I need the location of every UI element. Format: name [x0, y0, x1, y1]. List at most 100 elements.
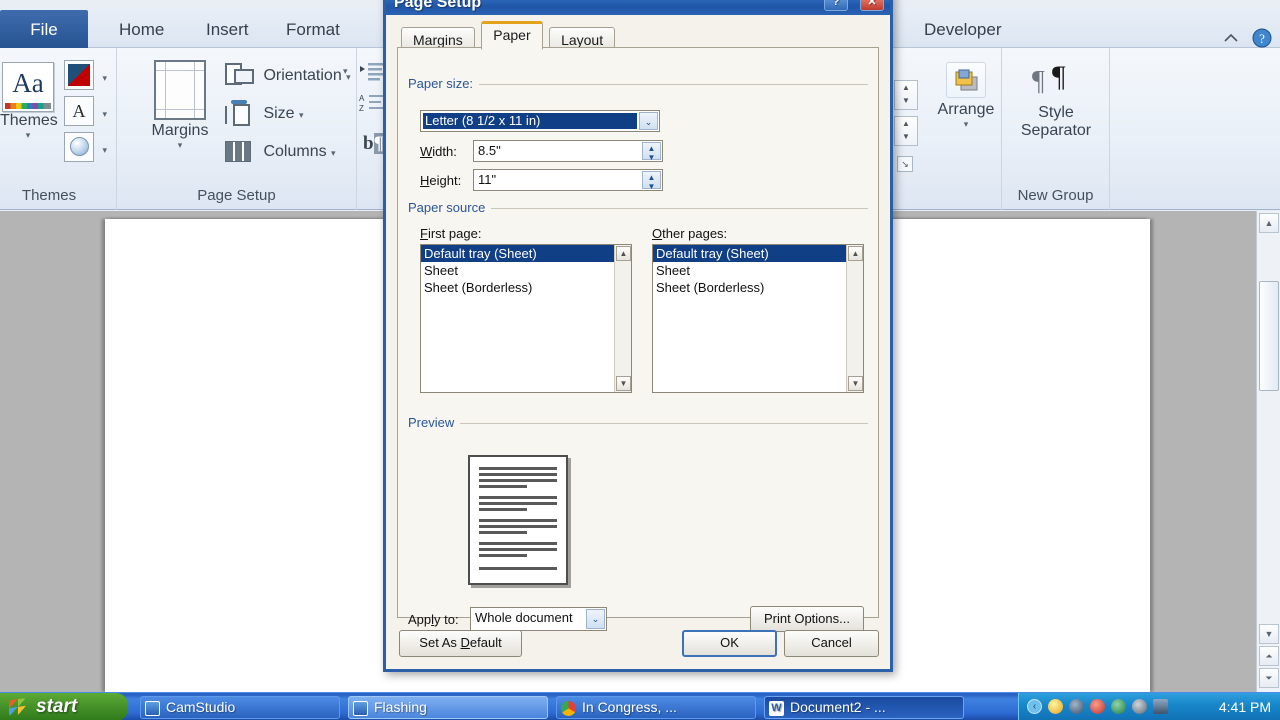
- ribbon-tab-format[interactable]: Format: [272, 14, 354, 48]
- theme-colors-caret[interactable]: ▾: [102, 73, 107, 84]
- theme-colors-icon: [68, 64, 90, 86]
- other-pages-listbox[interactable]: Default tray (Sheet) Sheet Sheet (Border…: [652, 244, 864, 393]
- paragraph-dialog-launcher-icon[interactable]: ↘: [897, 156, 913, 172]
- arrange-caret[interactable]: ▾: [934, 119, 998, 130]
- first-page-scrollbar[interactable]: ▲ ▼: [614, 245, 631, 392]
- network-icon[interactable]: [1048, 699, 1063, 714]
- scroll-down-icon[interactable]: ▼: [616, 376, 631, 391]
- columns-button[interactable]: Columns ▾: [225, 138, 336, 174]
- height-stepper[interactable]: ▲ ▼: [642, 171, 661, 191]
- paper-size-section-rule: [476, 84, 868, 85]
- dialog-title-bar[interactable]: Page Setup ? ✕: [386, 0, 890, 15]
- next-page-icon[interactable]: ⏷: [1259, 668, 1279, 688]
- height-spinbox[interactable]: 11" ▲ ▼: [473, 169, 663, 191]
- mini-caret[interactable]: ▾: [343, 66, 348, 77]
- volume-icon[interactable]: [1069, 699, 1084, 714]
- taskbar-item-in-congress[interactable]: In Congress, ...: [556, 696, 756, 719]
- theme-colors-button[interactable]: [64, 60, 94, 90]
- ribbon-tab-file[interactable]: File: [0, 10, 88, 52]
- columns-caret[interactable]: ▾: [331, 148, 336, 158]
- globe-icon[interactable]: [1111, 699, 1126, 714]
- taskbar-item-flashing[interactable]: Flashing: [348, 696, 548, 719]
- show-formatting-marks-icon[interactable]: b¶: [363, 133, 384, 155]
- ribbon-tab-home[interactable]: Home: [105, 14, 178, 48]
- scroll-up-icon[interactable]: ▲: [848, 246, 863, 261]
- ribbon-group-new-group: ¶ ¶ Style Separator New Group: [1002, 48, 1110, 210]
- taskbar-item-document2[interactable]: W Document2 - ...: [764, 696, 964, 719]
- paper-source-section-title: Paper source: [408, 200, 492, 215]
- margins-button-label: Margins: [151, 122, 209, 139]
- dialog-body: Margins Paper Layout Paper size: Letter …: [389, 15, 887, 666]
- document-vertical-scrollbar[interactable]: ▲ ▼ ⏶ ⏷: [1256, 211, 1280, 692]
- themes-button[interactable]: Aa Themes ▾: [0, 62, 58, 141]
- dialog-help-button[interactable]: ?: [824, 0, 848, 11]
- collapse-ribbon-icon[interactable]: [1222, 31, 1240, 45]
- antivirus-icon[interactable]: [1090, 699, 1105, 714]
- list-item[interactable]: Sheet (Borderless): [653, 279, 863, 296]
- chevron-down-icon[interactable]: ⌄: [586, 609, 605, 629]
- start-button[interactable]: start: [0, 693, 128, 720]
- svg-text:¶: ¶: [1052, 60, 1066, 93]
- preview-page-thumbnail: [468, 455, 568, 585]
- themes-sub-buttons: ▾ A ▾ ▾: [64, 60, 107, 168]
- print-options-button[interactable]: Print Options...: [750, 606, 864, 632]
- display-icon[interactable]: [1153, 699, 1168, 714]
- margins-dropdown-caret[interactable]: ▾: [139, 140, 221, 151]
- theme-fonts-button[interactable]: A: [64, 96, 94, 126]
- ribbon-group-arrange: Arrange ▾: [930, 48, 1002, 210]
- orientation-button[interactable]: Orientation ▾: [225, 62, 351, 98]
- ribbon-tab-insert[interactable]: Insert: [192, 14, 263, 48]
- list-item[interactable]: Sheet: [653, 262, 863, 279]
- close-icon[interactable]: ✕: [860, 0, 884, 11]
- scroll-up-icon[interactable]: ▲: [1259, 213, 1279, 233]
- taskbar-item-label: CamStudio: [166, 699, 236, 715]
- themes-dropdown-caret[interactable]: ▾: [0, 130, 56, 141]
- scroll-down-icon[interactable]: ▼: [848, 376, 863, 391]
- first-page-listbox[interactable]: Default tray (Sheet) Sheet Sheet (Border…: [420, 244, 632, 393]
- word-icon: W: [769, 701, 784, 716]
- indent-right-spinner[interactable]: ▲ ▼: [894, 116, 918, 146]
- indent-left-spinner[interactable]: ▲ ▼: [894, 80, 918, 110]
- theme-fonts-caret[interactable]: ▾: [102, 109, 107, 120]
- arrange-button[interactable]: Arrange ▾: [934, 62, 998, 130]
- size-button[interactable]: Size ▾: [225, 100, 304, 136]
- size-caret[interactable]: ▾: [299, 110, 304, 120]
- list-item[interactable]: Default tray (Sheet): [653, 245, 863, 262]
- paper-size-value: Letter (8 1/2 x 11 in): [423, 113, 637, 129]
- apply-to-combobox[interactable]: Whole document ⌄: [470, 607, 607, 631]
- theme-effects-caret[interactable]: ▾: [102, 145, 107, 156]
- scroll-down-icon[interactable]: ▼: [1259, 624, 1279, 644]
- svg-text:¶: ¶: [1032, 66, 1045, 97]
- show-hidden-icons-chevron[interactable]: ‹: [1027, 699, 1042, 714]
- clock[interactable]: 4:41 PM: [1219, 693, 1271, 720]
- columns-label: Columns: [263, 143, 327, 161]
- margins-button[interactable]: Margins ▾: [139, 60, 221, 151]
- list-item[interactable]: Sheet: [421, 262, 631, 279]
- style-separator-button[interactable]: ¶ ¶ Style Separator: [1002, 60, 1110, 140]
- help-icon[interactable]: ?: [1252, 28, 1272, 48]
- scrollbar-thumb[interactable]: [1259, 281, 1279, 391]
- theme-effects-button[interactable]: [64, 132, 94, 162]
- plug-icon[interactable]: [1132, 699, 1147, 714]
- cancel-button[interactable]: Cancel: [784, 630, 879, 657]
- width-spinbox[interactable]: 8.5" ▲ ▼: [473, 140, 663, 162]
- list-item[interactable]: Sheet (Borderless): [421, 279, 631, 296]
- taskbar-item-camstudio[interactable]: CamStudio: [140, 696, 340, 719]
- preview-section-title: Preview: [408, 415, 461, 430]
- ok-button[interactable]: OK: [682, 630, 777, 657]
- themes-color-swatches: [5, 103, 51, 109]
- size-label: Size: [263, 105, 295, 123]
- taskbar-item-label: Flashing: [374, 699, 427, 715]
- camstudio-icon: [353, 701, 368, 716]
- set-as-default-button[interactable]: Set As Default: [399, 630, 522, 657]
- previous-page-icon[interactable]: ⏶: [1259, 646, 1279, 666]
- tab-paper[interactable]: Paper: [481, 21, 543, 50]
- list-item[interactable]: Default tray (Sheet): [421, 245, 631, 262]
- width-stepper[interactable]: ▲ ▼: [642, 142, 661, 162]
- paper-size-combobox[interactable]: Letter (8 1/2 x 11 in) ⌄: [420, 110, 660, 132]
- chevron-down-icon[interactable]: ⌄: [639, 112, 658, 130]
- other-pages-scrollbar[interactable]: ▲ ▼: [846, 245, 863, 392]
- ribbon-tab-developer[interactable]: Developer: [910, 14, 1016, 48]
- width-value: 8.5": [478, 143, 501, 158]
- scroll-up-icon[interactable]: ▲: [616, 246, 631, 261]
